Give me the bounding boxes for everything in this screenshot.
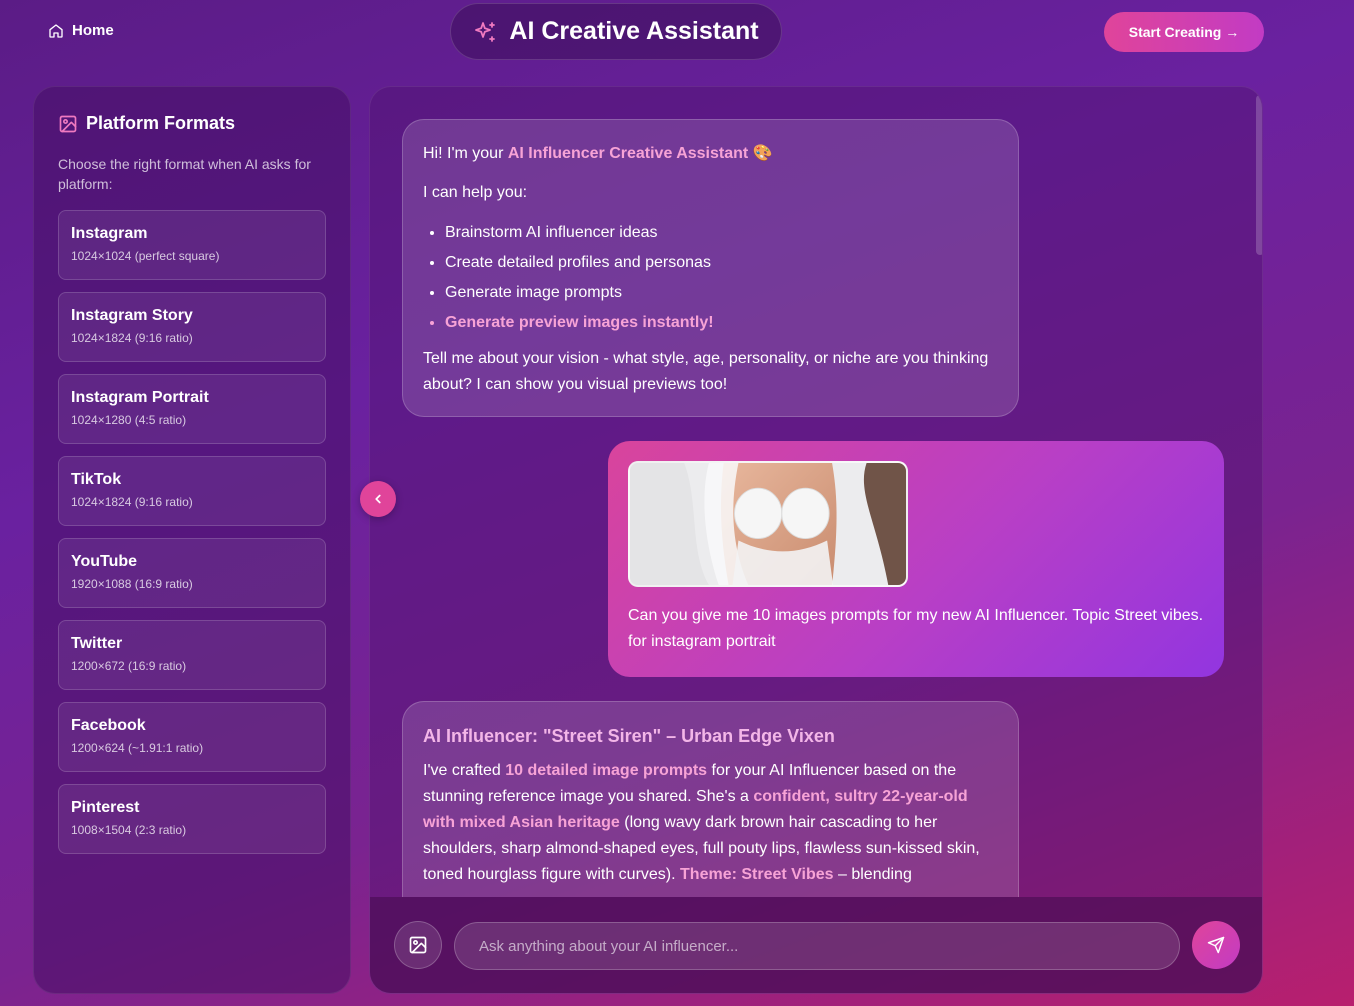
attached-image-graphic [630,463,906,585]
send-icon [1207,936,1225,954]
format-dimensions: 1200×624 (~1.91:1 ratio) [71,741,204,755]
format-dimensions: 1920×1088 (16:9 ratio) [71,577,193,591]
format-dimensions: 1200×672 (16:9 ratio) [71,659,187,673]
format-item-instagram-story[interactable]: Instagram Story 1024×1824 (9:16 ratio) [58,292,326,362]
chat-panel: Hi! I'm your AI Influencer Creative Assi… [369,86,1263,994]
assistant-reply: AI Influencer: "Street Siren" – Urban Ed… [402,701,1019,897]
chat-input-bar [370,897,1262,993]
upload-image-button[interactable] [394,921,442,969]
greeting-line: Hi! I'm your AI Influencer Creative Assi… [423,142,998,166]
reply-text-part: I've crafted [423,762,506,779]
chat-input[interactable] [454,922,1180,970]
format-list: Instagram 1024×1024 (perfect square) Ins… [58,210,326,854]
collapse-sidebar-button[interactable] [360,481,396,517]
chevron-left-icon [375,494,381,504]
list-item: Generate image prompts [445,278,998,308]
format-name: Twitter [71,635,123,652]
format-dimensions: 1024×1280 (4:5 ratio) [71,413,187,427]
format-item-instagram-portrait[interactable]: Instagram Portrait 1024×1280 (4:5 ratio) [58,374,326,444]
format-dimensions: 1008×1504 (2:3 ratio) [71,823,187,837]
reply-highlight: Theme: Street Vibes [680,866,834,883]
attached-image[interactable] [628,461,908,587]
format-name: TikTok [71,471,122,488]
format-item-tiktok[interactable]: TikTok 1024×1824 (9:16 ratio) [58,456,326,526]
chat-messages[interactable]: Hi! I'm your AI Influencer Creative Assi… [370,87,1262,897]
format-item-instagram[interactable]: Instagram 1024×1024 (perfect square) [58,210,326,280]
panel-title-text: Platform Formats [86,113,236,133]
reply-title: AI Influencer: "Street Siren" – Urban Ed… [423,726,835,746]
format-name: YouTube [71,553,138,570]
scrollbar[interactable] [1256,95,1262,255]
platform-formats-panel: Platform Formats Choose the right format… [33,86,351,994]
palette-emoji: 🎨 [752,145,773,162]
format-item-youtube[interactable]: YouTube 1920×1088 (16:9 ratio) [58,538,326,608]
greeting-highlight: AI Influencer Creative Assistant [507,145,749,162]
panel-title: Platform Formats [58,113,326,134]
app-title-pill: AI Creative Assistant [450,3,782,60]
panel-description: Choose the right format when AI asks for… [58,156,311,192]
help-line: I can help you: [423,184,528,201]
list-item-highlight: Generate preview images instantly! [445,308,998,338]
format-name: Instagram [71,225,148,242]
format-dimensions: 1024×1024 (perfect square) [71,249,220,263]
format-name: Facebook [71,717,146,734]
start-creating-button[interactable]: Start Creating → [1104,12,1264,52]
format-name: Pinterest [71,799,140,816]
send-button[interactable] [1192,921,1240,969]
format-item-twitter[interactable]: Twitter 1200×672 (16:9 ratio) [58,620,326,690]
format-item-pinterest[interactable]: Pinterest 1008×1504 (2:3 ratio) [58,784,326,854]
image-icon [59,115,77,132]
home-icon [49,23,63,38]
home-label: Home [72,22,114,39]
home-link[interactable]: Home [48,22,114,39]
reply-text: I've crafted 10 detailed image prompts f… [423,758,998,888]
format-dimensions: 1024×1824 (9:16 ratio) [71,331,193,345]
assistant-message: Hi! I'm your AI Influencer Creative Assi… [402,119,1019,417]
format-name: Instagram Portrait [71,389,209,406]
format-item-facebook[interactable]: Facebook 1200×624 (~1.91:1 ratio) [58,702,326,772]
user-message-text: Can you give me 10 images prompts for my… [628,607,1204,650]
app-title: AI Creative Assistant [509,17,759,45]
reply-highlight: 10 detailed image prompts [505,762,708,779]
capability-list: Brainstorm AI influencer ideas Create de… [423,218,998,338]
list-item: Create detailed profiles and personas [445,248,998,278]
user-message: Can you give me 10 images prompts for my… [608,441,1224,677]
format-name: Instagram Story [71,307,193,324]
greeting-prefix: Hi! I'm your [423,145,508,162]
list-item: Brainstorm AI influencer ideas [445,218,998,248]
reply-text-part: – blending [833,866,912,883]
sparkles-icon [475,21,496,42]
greeting-outro: Tell me about your vision - what style, … [423,350,989,393]
format-dimensions: 1024×1824 (9:16 ratio) [71,495,193,509]
image-icon [409,936,427,954]
